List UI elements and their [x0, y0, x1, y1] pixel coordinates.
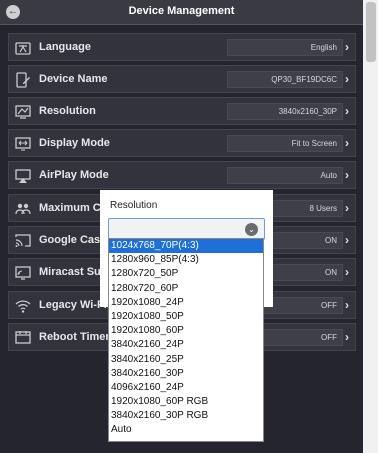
language-icon [15, 40, 31, 56]
resolution-option[interactable]: 3840x2160_25P [109, 353, 263, 367]
chevron-right-icon[interactable]: › [345, 298, 349, 312]
cast-icon [15, 233, 31, 249]
setting-label: Display Mode [39, 137, 110, 149]
resolution-option[interactable]: 3840x2160_30P [109, 367, 263, 381]
chevron-right-icon[interactable]: › [345, 40, 349, 54]
dialog-title: Resolution [110, 200, 158, 211]
resolution-dropdown-list: 1024x768_70P(4:3) 1280x960_85P(4:3) 1280x7… [108, 238, 264, 442]
chevron-right-icon[interactable]: › [345, 72, 349, 86]
setting-row-airplay[interactable]: AirPlay Mode Auto › [8, 161, 356, 189]
setting-value[interactable]: Fit to Screen [227, 135, 343, 152]
resolution-option[interactable]: 1280x720_50P [109, 267, 263, 281]
resolution-icon [15, 104, 31, 120]
resolution-select[interactable]: ⌄ [108, 218, 265, 240]
chevron-right-icon[interactable]: › [345, 168, 349, 182]
setting-value[interactable]: English [227, 39, 343, 56]
setting-label: Legacy Wi-Fi [39, 299, 107, 311]
chevron-right-icon[interactable]: › [345, 233, 349, 247]
resolution-option[interactable]: 1920x1080_60P RGB [109, 395, 263, 409]
setting-label: Reboot Timer [39, 331, 110, 343]
resolution-option[interactable]: 4096x2160_24P [109, 381, 263, 395]
resolution-option[interactable]: 1280x720_60P [109, 282, 263, 296]
scrollbar-thumb[interactable] [366, 2, 376, 62]
airplay-icon [15, 168, 31, 184]
timer-icon [15, 330, 31, 346]
resolution-option[interactable]: Auto [109, 423, 263, 437]
setting-value[interactable]: Auto [227, 167, 343, 184]
setting-row-language[interactable]: Language English › [8, 33, 356, 61]
display-mode-icon [15, 136, 31, 152]
chevron-down-icon[interactable]: ⌄ [245, 223, 258, 236]
setting-value[interactable]: 3840x2160_30P [227, 103, 343, 120]
chevron-right-icon[interactable]: › [345, 104, 349, 118]
setting-row-display-mode[interactable]: Display Mode Fit to Screen › [8, 129, 356, 157]
chevron-right-icon[interactable]: › [345, 265, 349, 279]
resolution-option[interactable]: 1280x960_85P(4:3) [109, 253, 263, 267]
resolution-option[interactable]: 3840x2160_24P [109, 338, 263, 352]
setting-row-device-name[interactable]: Device Name QP30_BF19DC6C › [8, 65, 356, 93]
wifi-icon [15, 298, 31, 314]
setting-label: AirPlay Mode [39, 169, 109, 181]
setting-label: Language [39, 41, 91, 53]
miracast-icon [15, 265, 31, 281]
setting-row-resolution[interactable]: Resolution 3840x2160_30P › [8, 97, 356, 125]
resolution-option[interactable]: 3840x2160_30P RGB [109, 409, 263, 423]
resolution-option[interactable]: 1024x768_70P(4:3) [109, 239, 263, 254]
resolution-option[interactable]: 1920x1080_24P [109, 296, 263, 310]
setting-label: Resolution [39, 105, 96, 117]
resolution-option[interactable]: 1920x1080_50P [109, 310, 263, 324]
chevron-right-icon[interactable]: › [345, 201, 349, 215]
resolution-option[interactable]: 1920x1080_60P [109, 324, 263, 338]
chevron-right-icon[interactable]: › [345, 136, 349, 150]
scrollbar-track[interactable] [363, 0, 378, 453]
setting-value[interactable]: QP30_BF19DC6C [227, 71, 343, 88]
chevron-right-icon[interactable]: › [345, 330, 349, 344]
page-title: Device Management [128, 5, 235, 17]
device-name-icon [15, 72, 31, 88]
users-icon [15, 201, 31, 217]
setting-label: Device Name [39, 73, 108, 85]
header-bar: ← Device Management [0, 0, 363, 25]
